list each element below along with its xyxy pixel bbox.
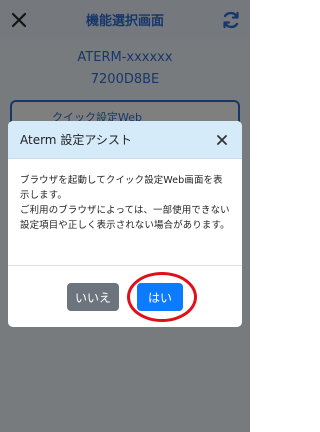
dialog-close-icon[interactable] bbox=[214, 132, 230, 148]
dialog-body: ブラウザを起動してクイック設定Web画面を表示します。 ご利用のブラウザによって… bbox=[8, 159, 242, 265]
app-screen: 機能選択画面 ATERM-xxxxxx 7200D8BE クイック設定Web A… bbox=[0, 0, 250, 432]
dialog-message: ブラウザを起動してクイック設定Web画面を表示します。 ご利用のブラウザによって… bbox=[20, 175, 230, 231]
no-button[interactable]: いいえ bbox=[67, 283, 119, 311]
yes-button[interactable]: はい bbox=[137, 283, 183, 311]
dialog-header: Aterm 設定アシスト bbox=[8, 121, 242, 159]
dialog-footer: いいえ はい bbox=[8, 265, 242, 327]
dialog-title: Aterm 設定アシスト bbox=[20, 133, 132, 147]
setup-assist-dialog: Aterm 設定アシスト ブラウザを起動してクイック設定Web画面を表示します。… bbox=[8, 121, 242, 327]
